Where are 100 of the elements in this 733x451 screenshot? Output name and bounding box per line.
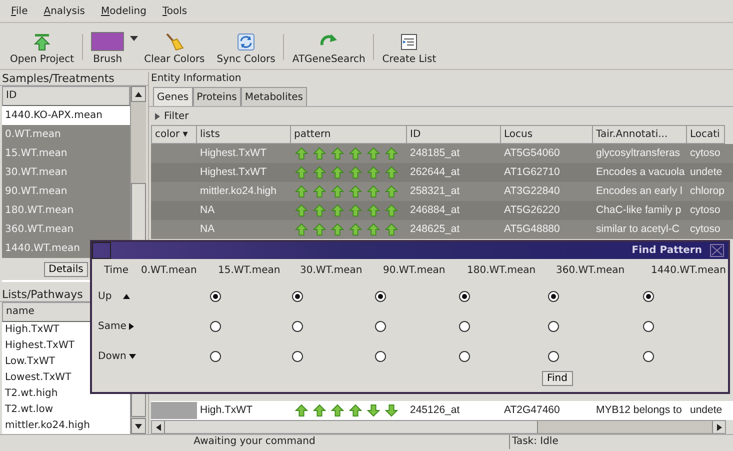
sample-item[interactable]: 1440.KO-APX.mean [2,106,130,125]
radio-button[interactable] [292,350,303,362]
table-cell-text: cytoso [689,146,722,161]
table-cell-text: NA [199,222,216,237]
time-label: Time [104,264,130,276]
triangle-up-icon [122,294,130,298]
expand-triangle-icon[interactable] [155,112,160,120]
table-cell-text: undete [689,403,724,418]
radio-button[interactable] [375,320,386,332]
table-cell-text: 248185_at [409,146,461,161]
toolbar-button[interactable]: Open Project [4,24,80,68]
column-header[interactable]: pattern [291,125,407,144]
scroll-up-icon[interactable] [135,92,142,96]
table-cell-text: 258321_at [409,184,461,199]
radio-button[interactable] [375,290,386,302]
sample-label: 0.WT.mean [141,264,198,276]
radio-button[interactable] [459,350,470,362]
radio-button[interactable] [292,320,303,332]
table-cell-text: Highest.TxWT [199,165,268,180]
tab[interactable]: Genes [153,87,193,106]
table-cell-text: AT3G22840 [503,184,561,199]
brush-button[interactable]: Brush [85,32,130,68]
menu-item[interactable]: Tools [161,6,188,16]
find-button[interactable]: Find [542,371,572,386]
radio-button[interactable] [459,320,470,332]
menu-item[interactable]: File [10,6,29,16]
toolbar-button[interactable]: Create List [376,24,442,68]
column-header[interactable]: lists [197,125,291,144]
toolbar-button[interactable]: Sync Colors [210,24,282,68]
radio-button[interactable] [643,320,654,332]
tab[interactable]: Metabolites [240,87,308,106]
radio-button[interactable] [643,290,654,302]
scroll-thumb[interactable] [165,421,538,433]
sample-label: 30.WT.mean [300,264,364,276]
status-message: Awaiting your command [0,435,510,449]
sync-icon [237,33,256,51]
scroll-right-icon[interactable] [716,424,722,430]
table-cell-text: 245126_at [409,403,461,418]
upload-arrow-icon [33,33,52,51]
menu-item[interactable]: Modeling [100,6,148,16]
sample-label: 90.WT.mean [383,264,446,276]
list-item[interactable]: mittler.ko24.high [2,418,130,434]
table-cell-text: similar to acetyl-C [595,222,680,237]
list-item[interactable]: T2.wt.low [2,402,130,418]
column-header[interactable]: ID [407,125,501,144]
direction-label: Same [98,320,126,332]
radio-button[interactable] [643,350,654,362]
close-icon[interactable] [710,244,724,257]
filter-label[interactable]: Filter [164,110,189,122]
triangle-right-icon [129,322,134,330]
panel-title: Entity Information [150,72,242,85]
table-cell-text: mittler.ko24.high [199,184,278,199]
column-header[interactable]: color ▾ [151,125,197,144]
direction-label: Down [98,350,126,362]
column-header[interactable]: ID [2,86,130,106]
radio-button[interactable] [210,290,221,302]
radio-button[interactable] [548,290,559,302]
table-cell-text: cytoso [689,222,722,237]
radio-button[interactable] [548,320,559,332]
table-row[interactable]: NA 246884_at AT5G26220 ChaC-like family p cytoso [151,201,733,220]
menu-item[interactable]: Analysis [42,6,86,16]
table-cell-text: AT5G48880 [503,222,561,237]
table-cell-text: Encodes a vacuola [595,165,686,180]
sample-label: 15.WT.mean [218,264,282,276]
caret-icon[interactable] [130,36,138,42]
radio-button[interactable] [210,350,221,362]
details-button[interactable]: Details [44,262,88,276]
triangle-down-icon [129,354,136,358]
sample-label: 180.WT.mean [467,264,537,276]
table-row[interactable]: Highest.TxWT 262644_at AT1G62710 Encodes a vacuola undete [151,163,733,182]
table-cell-text: High.TxWT [199,403,254,418]
scroll-left-icon[interactable] [156,424,160,430]
table-cell-text: NA [199,203,216,218]
table-cell-text: 262644_at [409,165,461,180]
radio-button[interactable] [210,320,221,332]
column-header[interactable]: Locati [687,125,725,144]
table-cell-text: chlorop [689,184,725,199]
window-title: Find Pattern [632,245,702,256]
table-cell-text: ChaC-like family p [595,203,682,218]
toolbar-button[interactable]: Clear Colors [138,24,211,68]
list-icon [400,33,418,51]
table-cell-text: cytoso [689,203,722,218]
table-row[interactable]: High.TxWT 245126_at AT2G47460 MYB12 belongs to undete [151,401,733,420]
table-cell-text: glycosyltransferas [595,146,682,161]
table-cell-text: MYB12 belongs to [595,403,683,418]
radio-button[interactable] [292,290,303,302]
radio-button[interactable] [375,350,386,362]
radio-button[interactable] [459,290,470,302]
horizontal-scrollbar[interactable] [151,420,726,434]
table-cell-text: 248625_at [409,222,461,237]
table-cell-text: AT1G62710 [503,165,561,180]
column-header[interactable]: Locus [501,125,593,144]
radio-button[interactable] [548,350,559,362]
tab[interactable]: Proteins [192,87,241,106]
table-cell-text: Encodes an early l [595,184,684,199]
table-cell-text: AT5G54060 [503,146,561,161]
column-header[interactable]: Tair.Annotati... [593,125,687,144]
scroll-down-icon[interactable] [135,424,142,428]
toolbar-button[interactable]: ATGeneSearch [286,24,372,68]
table-cell-text: AT2G47460 [503,403,561,418]
